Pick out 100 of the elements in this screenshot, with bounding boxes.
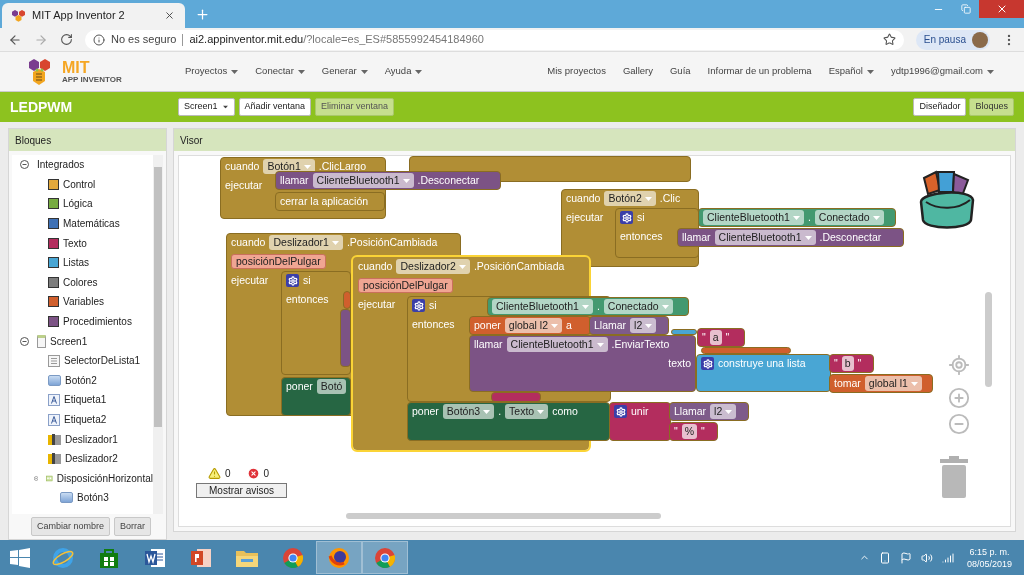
collapse-icon[interactable] (20, 160, 29, 170)
start-icon[interactable] (10, 547, 30, 568)
block-dropdown[interactable]: l2 (630, 318, 657, 333)
code-block[interactable]: llamar ClienteBluetooth1 .Desconectar (275, 171, 501, 190)
tree-item[interactable]: SelectorDeLista1 (64, 353, 141, 369)
block-dropdown[interactable]: l2 (710, 404, 737, 419)
flag-icon[interactable] (899, 551, 912, 564)
bookmark-star-icon[interactable] (882, 33, 896, 46)
browser-tab[interactable]: MIT App Inventor 2 (2, 3, 185, 28)
forward-icon[interactable] (34, 32, 48, 47)
block-dropdown[interactable]: ClienteBluetooth1 (703, 210, 804, 225)
code-block[interactable]: poner Botó (281, 377, 351, 416)
settings-icon[interactable] (286, 274, 299, 287)
block-dropdown[interactable]: Texto (505, 404, 549, 419)
settings-icon[interactable] (412, 299, 425, 312)
code-block[interactable]: si entonces ClienteBluetooth1 . Conectado poner global l2 a Llamar l2 " a " llamar ClienteBluetooth1 .EnviarTexto texto construye una lista " b " tomar global l1 (407, 296, 933, 402)
tree-item[interactable]: Matemáticas (63, 216, 120, 232)
parameter-chip[interactable]: posiciónDelPulgar (358, 278, 453, 293)
settings-icon[interactable] (701, 357, 714, 370)
block-dropdown[interactable]: ClienteBluetooth1 (492, 299, 593, 314)
settings-icon[interactable] (620, 211, 633, 224)
block-dropdown[interactable]: global l2 (504, 318, 562, 333)
menu-item[interactable]: Ayuda (384, 64, 423, 79)
code-block[interactable]: " % " (669, 422, 718, 441)
block-dropdown[interactable]: Conectado (603, 299, 673, 314)
block-dropdown[interactable]: ClienteBluetooth1 (506, 337, 608, 352)
block-dropdown[interactable]: ClienteBluetooth1 (714, 230, 816, 245)
scrollbar[interactable] (153, 155, 163, 514)
tree-item[interactable]: Control (63, 176, 96, 192)
address-field[interactable]: No es seguro ai2.appinventor.mit.edu/?locale=es_ES#5855992454184960 (85, 29, 904, 50)
caret-icon (402, 178, 410, 183)
nav-link[interactable]: Español (828, 64, 874, 79)
zoom-out-icon[interactable] (948, 413, 970, 435)
code-block[interactable]: " a " (697, 328, 745, 347)
zoom-in-icon[interactable] (948, 387, 970, 409)
tree-item[interactable]: Etiqueta1 (64, 392, 107, 408)
tree-item[interactable]: Botón3 (77, 490, 109, 506)
tree-item[interactable]: Deslizador2 (65, 451, 118, 467)
recenter-icon[interactable] (948, 354, 970, 376)
block-dropdown[interactable]: Deslizador1 (269, 235, 343, 250)
code-block[interactable]: si entonces ClienteBluetooth1 . Conectado llamar ClienteBluetooth1 .Desconectar (615, 208, 904, 258)
code-block[interactable]: ClienteBluetooth1 . Conectado (698, 208, 896, 227)
block-dropdown[interactable]: Botón2 (604, 191, 656, 206)
toolbar-button[interactable]: Añadir ventana (238, 98, 312, 116)
nav-link[interactable]: Gallery (622, 64, 653, 79)
mode-tab[interactable]: Bloques (969, 98, 1014, 116)
menu-item[interactable]: Proyectos (185, 64, 239, 79)
code-block[interactable]: llamar ClienteBluetooth1 .Desconectar (677, 228, 904, 247)
menu-item[interactable]: Generar (321, 64, 368, 79)
taskbar-app[interactable] (316, 541, 362, 574)
code-block[interactable]: Llamar l2 (669, 402, 749, 421)
reload-icon[interactable] (60, 33, 73, 46)
panel-button[interactable]: Borrar (114, 517, 152, 536)
nav-link[interactable]: Guía (670, 64, 691, 79)
code-block[interactable]: unir Llamar l2 " % " (609, 402, 749, 441)
nav-link[interactable]: ydtp1996@gmail.com (890, 64, 994, 79)
tree-item[interactable]: Procedimientos (63, 314, 132, 330)
tree-item[interactable]: Variables (63, 294, 104, 310)
speaker-icon[interactable] (920, 551, 933, 564)
nav-link[interactable]: Mis proyectos (547, 64, 606, 79)
panel-button[interactable]: Cambiar nombre (31, 517, 111, 536)
tree-item[interactable]: Deslizador1 (65, 431, 118, 447)
scrollbar[interactable] (346, 513, 661, 519)
collapse-icon[interactable] (20, 336, 29, 346)
device-icon[interactable] (878, 551, 891, 564)
tree-item[interactable]: DisposiciónHorizontal (56, 470, 153, 486)
code-block[interactable] (409, 156, 691, 182)
tree-item[interactable]: Texto (63, 235, 87, 251)
parameter-chip[interactable]: posiciónDelPulgar (231, 254, 326, 269)
code-block[interactable]: tomar global l1 (829, 374, 933, 393)
trash-icon[interactable] (939, 456, 969, 498)
tree-item[interactable]: Listas (63, 255, 90, 271)
code-block[interactable]: " b " (829, 354, 874, 373)
tree-item[interactable]: Screen1 (50, 333, 88, 349)
settings-icon[interactable] (614, 405, 627, 418)
menu-item[interactable]: Conectar (255, 64, 305, 79)
info-icon[interactable] (93, 33, 105, 46)
show-warnings-button[interactable]: Mostrar avisos (196, 483, 287, 498)
new-tab-icon[interactable] (195, 7, 210, 22)
tree-item[interactable]: Lógica (63, 196, 93, 212)
block-dropdown[interactable]: ClienteBluetooth1 (312, 173, 414, 188)
tree-item[interactable]: Botón2 (65, 372, 97, 388)
code-block[interactable] (353, 257, 933, 450)
block-label: . (807, 209, 811, 225)
screen-dropdown[interactable]: Screen1 (178, 98, 235, 116)
profile-button[interactable]: En pausa (915, 29, 990, 50)
block-dropdown[interactable]: global l1 (864, 376, 922, 391)
nav-link[interactable]: Informar de un problema (707, 64, 812, 79)
block-dropdown[interactable]: Conectado (814, 210, 884, 225)
block-dropdown[interactable]: Deslizador2 (396, 259, 470, 274)
tree-item[interactable]: Integrados (37, 157, 85, 173)
code-block[interactable]: Llamar l2 (589, 316, 669, 335)
back-icon[interactable] (8, 32, 22, 47)
mode-tab[interactable]: Diseñador (913, 98, 967, 116)
scrollbar[interactable] (985, 292, 992, 387)
block-dropdown[interactable]: Botón3 (442, 404, 495, 419)
close-icon[interactable] (164, 10, 175, 21)
code-block[interactable]: ClienteBluetooth1 . Conectado (487, 297, 689, 316)
tree-item[interactable]: Colores (63, 274, 98, 290)
tree-item[interactable]: Etiqueta2 (64, 412, 107, 427)
